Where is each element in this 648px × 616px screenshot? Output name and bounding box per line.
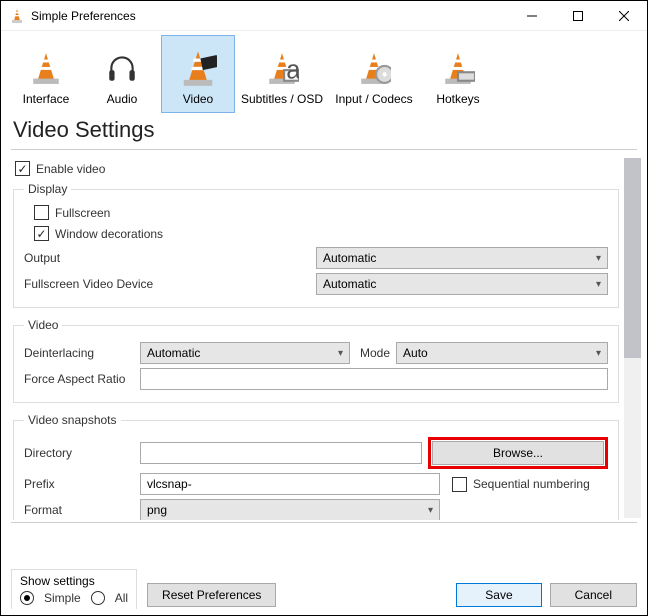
cancel-button[interactable]: Cancel: [550, 583, 637, 607]
svg-text:ab: ab: [286, 57, 299, 85]
sequential-checkbox[interactable]: [452, 477, 467, 492]
tab-label: Audio: [107, 92, 138, 106]
category-toolbar: Interface Audio Video ab Subtitles / OSD…: [1, 31, 647, 113]
deinterlacing-label: Deinterlacing: [24, 346, 134, 360]
all-label: All: [115, 591, 128, 605]
cancel-label: Cancel: [575, 588, 612, 602]
show-settings-group: Show settings Simple All: [11, 569, 137, 609]
cone-text-icon: ab: [262, 48, 302, 88]
prefix-value: vlcsnap-: [147, 477, 192, 491]
output-select[interactable]: Automatic: [316, 247, 608, 269]
fsdev-label: Fullscreen Video Device: [24, 277, 310, 291]
snapshots-legend: Video snapshots: [24, 413, 121, 427]
fullscreen-checkbox[interactable]: [34, 205, 49, 220]
show-settings-simple-radio[interactable]: [20, 591, 34, 605]
cone-keyboard-icon: [438, 48, 478, 88]
tab-interface[interactable]: Interface: [9, 35, 83, 113]
sequential-label: Sequential numbering: [473, 477, 590, 491]
save-button[interactable]: Save: [456, 583, 541, 607]
prefix-label: Prefix: [24, 477, 134, 491]
scrollbar-thumb[interactable]: [624, 158, 641, 358]
tab-label: Hotkeys: [436, 92, 479, 106]
video-legend: Video: [24, 318, 62, 332]
display-legend: Display: [24, 182, 71, 196]
scrollbar[interactable]: [624, 158, 641, 518]
app-icon: [9, 8, 25, 24]
cone-clapboard-icon: [178, 48, 218, 88]
headphones-icon: [102, 48, 142, 88]
window-title: Simple Preferences: [31, 9, 509, 23]
cone-icon: [26, 48, 66, 88]
tab-audio[interactable]: Audio: [85, 35, 159, 113]
divider: [11, 522, 637, 523]
settings-panel: Enable video Display Fullscreen Window d…: [11, 150, 621, 520]
reset-label: Reset Preferences: [162, 588, 261, 602]
prefix-input[interactable]: vlcsnap-: [140, 473, 440, 495]
window-controls: [509, 1, 647, 30]
enable-video-label: Enable video: [36, 162, 105, 176]
highlight-box: Browse...: [428, 437, 608, 469]
fullscreen-label: Fullscreen: [55, 206, 110, 220]
footer: Show settings Simple All Reset Preferenc…: [11, 569, 637, 609]
preferences-window: Simple Preferences Interface Audio Video…: [0, 0, 648, 616]
browse-label: Browse...: [493, 446, 543, 460]
tab-label: Subtitles / OSD: [241, 92, 323, 106]
close-button[interactable]: [601, 1, 647, 30]
format-value: png: [147, 503, 167, 517]
tab-label: Input / Codecs: [335, 92, 412, 106]
mode-value: Auto: [403, 346, 428, 360]
tab-label: Interface: [23, 92, 70, 106]
format-label: Format: [24, 503, 134, 517]
tab-subtitles[interactable]: ab Subtitles / OSD: [237, 35, 327, 113]
mode-select[interactable]: Auto: [396, 342, 608, 364]
tab-label: Video: [183, 92, 213, 106]
deinterlacing-select[interactable]: Automatic: [140, 342, 350, 364]
reset-preferences-button[interactable]: Reset Preferences: [147, 583, 276, 607]
deinterlacing-value: Automatic: [147, 346, 200, 360]
tab-input-codecs[interactable]: Input / Codecs: [329, 35, 419, 113]
maximize-button[interactable]: [555, 1, 601, 30]
show-settings-all-radio[interactable]: [91, 591, 105, 605]
show-settings-label: Show settings: [20, 574, 128, 588]
mode-label: Mode: [360, 346, 390, 360]
video-group: Video Deinterlacing Automatic Mode Auto …: [13, 318, 619, 403]
fsdev-value: Automatic: [323, 277, 376, 291]
force-aspect-input[interactable]: [140, 368, 608, 390]
browse-button[interactable]: Browse...: [432, 441, 604, 465]
cone-disc-icon: [354, 48, 394, 88]
snapshots-group: Video snapshots Directory Browse... Pref…: [13, 413, 619, 520]
display-group: Display Fullscreen Window decorations Ou…: [13, 182, 619, 308]
page-title: Video Settings: [1, 113, 647, 149]
directory-label: Directory: [24, 446, 134, 460]
minimize-button[interactable]: [509, 1, 555, 30]
format-select[interactable]: png: [140, 499, 440, 520]
force-aspect-label: Force Aspect Ratio: [24, 372, 134, 386]
titlebar: Simple Preferences: [1, 1, 647, 31]
window-decorations-checkbox[interactable]: [34, 226, 49, 241]
tab-hotkeys[interactable]: Hotkeys: [421, 35, 495, 113]
enable-video-checkbox[interactable]: [15, 161, 30, 176]
fsdev-select[interactable]: Automatic: [316, 273, 608, 295]
window-decorations-label: Window decorations: [55, 227, 163, 241]
directory-input[interactable]: [140, 442, 422, 464]
tab-video[interactable]: Video: [161, 35, 235, 113]
save-label: Save: [485, 588, 512, 602]
output-label: Output: [24, 251, 310, 265]
output-value: Automatic: [323, 251, 376, 265]
simple-label: Simple: [44, 591, 81, 605]
